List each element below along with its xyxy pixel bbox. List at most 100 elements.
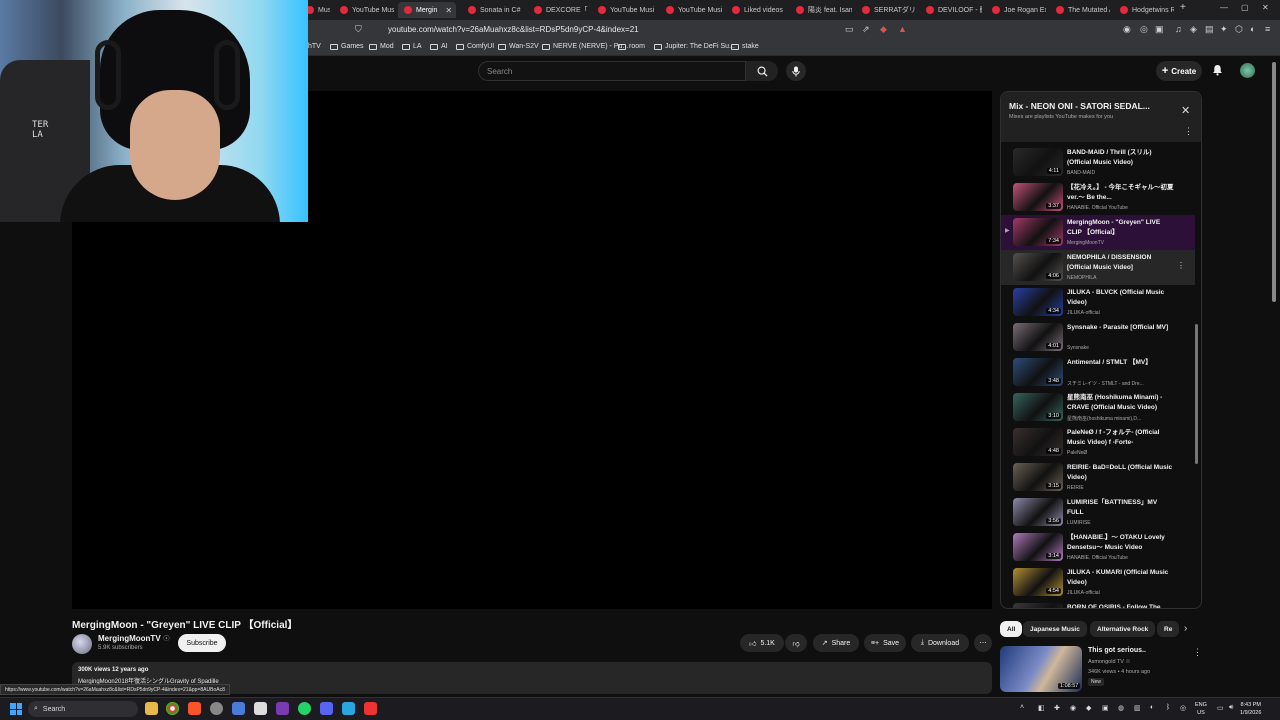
- chevron-up-icon[interactable]: ˄: [1020, 704, 1024, 711]
- share-icon[interactable]: ⇗: [862, 24, 870, 35]
- new-tab-icon[interactable]: +: [1180, 2, 1186, 13]
- chevron-right-icon[interactable]: ›: [1184, 623, 1187, 634]
- browser-tab[interactable]: DEXCORE「RAI: [528, 2, 588, 18]
- system-clock[interactable]: 8:43 PM 1/9/2026: [1240, 701, 1261, 717]
- playlist-thumbnail[interactable]: 3:15: [1013, 463, 1063, 491]
- settings-icon[interactable]: [210, 702, 223, 715]
- bookmark-icon[interactable]: ⛉: [355, 24, 362, 35]
- taskbar-search[interactable]: ⌕ Search: [28, 701, 138, 717]
- playlist-thumbnail[interactable]: 4:34: [1013, 288, 1063, 316]
- profile-icon[interactable]: ◐: [1250, 24, 1255, 34]
- download-button[interactable]: ⤓ Download: [911, 634, 969, 652]
- extension-icon-6[interactable]: ✦: [1220, 24, 1228, 35]
- playlist-scrollbar[interactable]: [1195, 142, 1198, 602]
- recommended-channel-text[interactable]: Asmongold TV: [1088, 659, 1124, 665]
- recommended-channel[interactable]: Asmongold TV ☉: [1088, 659, 1130, 665]
- voice-search-button[interactable]: [786, 61, 806, 81]
- recommended-title[interactable]: This got serious..: [1088, 647, 1146, 654]
- chip-japanese-music[interactable]: Japanese Music: [1023, 621, 1087, 637]
- browser-tab[interactable]: 陽炎 feat. Isam: [790, 2, 852, 18]
- discord-icon[interactable]: [320, 702, 333, 715]
- browser-tab[interactable]: The Mutated A: [1050, 2, 1110, 18]
- browser-tab[interactable]: Mergin ✕: [398, 2, 456, 18]
- bookmark-item[interactable]: LA: [402, 43, 422, 50]
- account-avatar[interactable]: [1240, 63, 1255, 78]
- bookmark-item[interactable]: Games: [330, 43, 364, 50]
- bookmark-item[interactable]: stake: [731, 43, 759, 50]
- page-scrollbar[interactable]: [1272, 62, 1276, 302]
- chip-all[interactable]: All: [1000, 621, 1023, 637]
- more-vertical-icon[interactable]: ⋮: [1184, 126, 1193, 137]
- playlist-item[interactable]: 3:37 【花冷え。】 - 今年こそギャル〜初夏ver.〜 Be the... HA…: [1001, 180, 1195, 215]
- channel-name[interactable]: MergingMoonTV ☉: [98, 634, 170, 643]
- browser-tab[interactable]: DEVILOOF - 歓: [920, 2, 982, 18]
- bookmark-item[interactable]: Mod: [369, 43, 394, 50]
- tray-icon-9[interactable]: ◎: [1180, 704, 1186, 712]
- playlist-thumbnail[interactable]: 4:48: [1013, 428, 1063, 456]
- playlist-item[interactable]: 3:14 【HANABIE.】〜 OTAKU Lovely Densetsu〜 M…: [1001, 530, 1195, 565]
- extension-icon-4[interactable]: ◈: [1190, 24, 1197, 35]
- brave-rewards-icon[interactable]: ▲: [898, 24, 907, 34]
- language-indicator[interactable]: ENG US: [1195, 701, 1207, 717]
- search-button[interactable]: [746, 61, 778, 81]
- volume-icon[interactable]: 🔊︎: [1229, 704, 1233, 712]
- playlist-item[interactable]: 3:48 Antimental / STMLT 【MV】 スチミレイツ - STML…: [1001, 355, 1195, 390]
- tray-icon-8[interactable]: ◐: [1150, 704, 1154, 711]
- minimize-icon[interactable]: —: [1220, 3, 1228, 12]
- telegram-icon[interactable]: [342, 702, 355, 715]
- network-icon[interactable]: ▭: [1217, 704, 1224, 712]
- save-button[interactable]: ≡+ Save: [864, 634, 906, 652]
- close-icon[interactable]: ✕: [1181, 104, 1190, 117]
- url-text[interactable]: youtube.com/watch?v=26aMuahxz8c&list=RDs…: [388, 25, 639, 34]
- bookmark-item[interactable]: Jupiter: The DeFi Su...: [654, 43, 735, 50]
- tray-icon-6[interactable]: ◍: [1118, 704, 1124, 712]
- app-icon-purple[interactable]: [276, 702, 289, 715]
- chrome-icon[interactable]: [166, 702, 179, 715]
- tray-icon-2[interactable]: ✚: [1054, 704, 1060, 712]
- extension-icon-2[interactable]: ◎: [1140, 24, 1148, 35]
- notifications-button[interactable]: [1212, 64, 1223, 79]
- brave-shields-icon[interactable]: ◆: [880, 24, 887, 35]
- file-explorer-icon[interactable]: [145, 702, 158, 715]
- browser-tab[interactable]: YouTube Music: [660, 2, 722, 18]
- chip-re[interactable]: Re: [1157, 621, 1179, 637]
- bookmark-item[interactable]: hTV: [308, 43, 321, 50]
- search-input[interactable]: Search: [487, 67, 512, 76]
- extension-icon-3[interactable]: ▣: [1155, 24, 1164, 35]
- chip-alternative-rock[interactable]: Alternative Rock: [1090, 621, 1156, 637]
- playlist-title[interactable]: Mix - NEON ONI - SATORi SEDAL...: [1009, 101, 1150, 111]
- playlist-item[interactable]: 4:06 NEMOPHILA / DISSENSION [Official Mus…: [1001, 250, 1195, 285]
- playlist-item[interactable]: 3:10 星熊南巫 (Hoshikuma Minami) - CRAVE (Off…: [1001, 390, 1195, 425]
- tray-icon-5[interactable]: ▣: [1102, 704, 1109, 712]
- extension-icon-7[interactable]: ⬡: [1235, 24, 1243, 35]
- playlist-thumbnail[interactable]: 4:11: [1013, 148, 1063, 176]
- subscribe-button[interactable]: Subscribe: [178, 634, 226, 652]
- more-vertical-icon[interactable]: ⋮: [1177, 261, 1185, 270]
- share-button[interactable]: ↗ Share: [813, 634, 859, 652]
- playlist-thumbnail[interactable]: 3:14: [1013, 533, 1063, 561]
- bookmark-item[interactable]: ComfyUI: [456, 43, 494, 50]
- search-box[interactable]: Search: [478, 61, 746, 81]
- app-icon-vpn[interactable]: [232, 702, 245, 715]
- tray-icon-7[interactable]: ▥: [1134, 704, 1141, 712]
- close-window-icon[interactable]: ✕: [1262, 3, 1269, 12]
- playlist-item[interactable]: 4:34 JILUKA - BLVCK (Official Music Video…: [1001, 285, 1195, 320]
- music-icon[interactable]: ♫: [1175, 24, 1182, 34]
- playlist-item[interactable]: 3:56 LUMIRISE「BATTINESS」MV FULL LUMIRISE: [1001, 495, 1195, 530]
- app-icon-red[interactable]: [364, 702, 377, 715]
- browser-tab[interactable]: Liked videos: [726, 2, 786, 18]
- browser-tab[interactable]: Joe Rogan Exp: [986, 2, 1046, 18]
- playlist-item[interactable]: BORN OF OSIRIS - Follow The: [1001, 600, 1195, 608]
- more-vertical-icon[interactable]: ⋮: [1193, 647, 1202, 658]
- playlist-thumbnail[interactable]: 3:37: [1013, 183, 1063, 211]
- playlist-thumbnail[interactable]: 3:10: [1013, 393, 1063, 421]
- app-icon-plus[interactable]: [254, 702, 267, 715]
- playlist-item[interactable]: 4:54 JILUKA - KUMARI (Official Music Vide…: [1001, 565, 1195, 600]
- playlist-item[interactable]: 4:11 BAND-MAID / Thrill (スリル) (Official M…: [1001, 145, 1195, 180]
- playlist-thumbnail[interactable]: 4:06: [1013, 253, 1063, 281]
- browser-tab[interactable]: YouTube Music: [592, 2, 654, 18]
- brave-icon[interactable]: [188, 702, 201, 715]
- whatsapp-icon[interactable]: [298, 702, 311, 715]
- maximize-icon[interactable]: ▢: [1241, 3, 1249, 12]
- tray-icon-4[interactable]: ◆: [1086, 704, 1091, 712]
